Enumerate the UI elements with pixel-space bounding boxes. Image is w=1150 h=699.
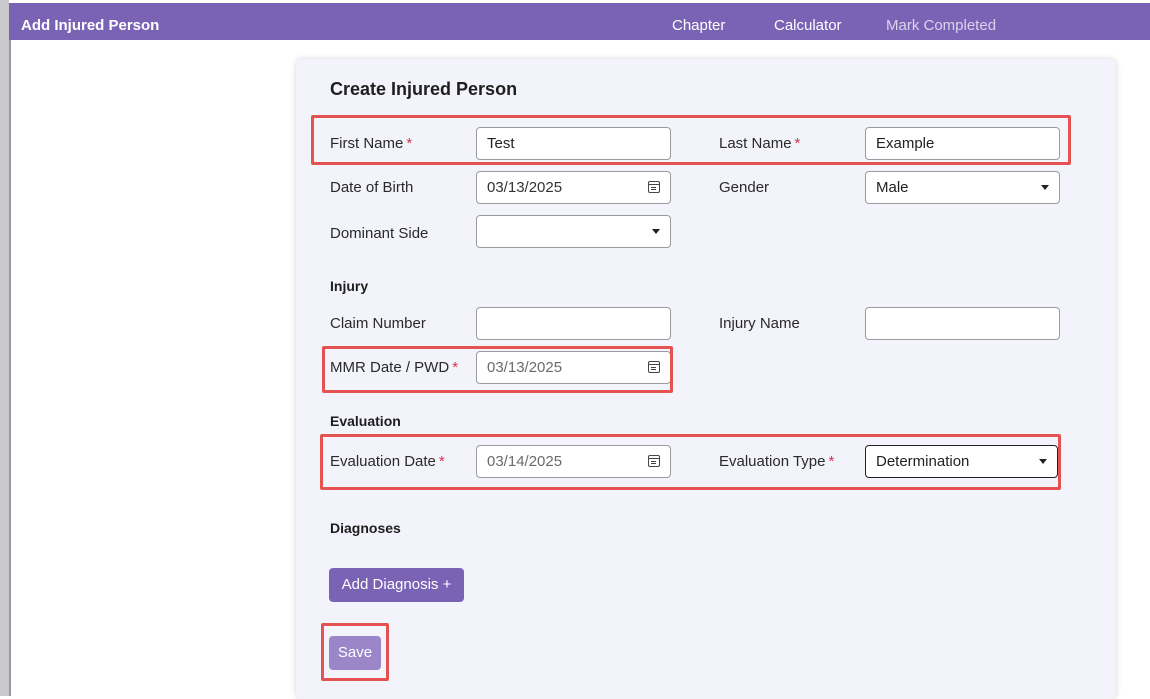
mmr-date-value: 03/13/2025 xyxy=(487,359,563,376)
first-name-input[interactable]: Test xyxy=(476,127,671,160)
evaluation-date-label-text: Evaluation Date xyxy=(330,453,436,470)
mmr-date-label: MMR Date / PWD * xyxy=(330,359,458,376)
last-name-value: Example xyxy=(876,135,935,152)
top-bar: Add Injured Person Chapter Calculator Ma… xyxy=(9,0,1150,40)
evaluation-date-input[interactable]: 03/14/2025 xyxy=(476,445,671,478)
calendar-icon[interactable] xyxy=(648,455,660,467)
evaluation-type-label-text: Evaluation Type xyxy=(719,453,826,470)
evaluation-date-value: 03/14/2025 xyxy=(487,453,563,470)
create-injured-person-card: Create Injured Person First Name * Test L… xyxy=(296,59,1116,699)
evaluation-type-value: Determination xyxy=(876,453,970,470)
first-name-label-text: First Name xyxy=(330,135,404,152)
required-marker: * xyxy=(452,359,459,376)
mmr-date-label-text: MMR Date / PWD xyxy=(330,359,450,376)
required-marker: * xyxy=(438,453,445,470)
window-left-border xyxy=(9,0,11,696)
injury-name-label: Injury Name xyxy=(719,315,800,332)
nav-mark-completed[interactable]: Mark Completed xyxy=(886,17,996,34)
calendar-icon[interactable] xyxy=(648,181,660,193)
first-name-label: First Name * xyxy=(330,135,412,152)
nav-calculator[interactable]: Calculator xyxy=(774,17,842,34)
claim-number-label: Claim Number xyxy=(330,315,426,332)
evaluation-type-select[interactable]: Determination xyxy=(865,445,1058,478)
evaluation-date-label: Evaluation Date * xyxy=(330,453,445,470)
claim-number-input[interactable] xyxy=(476,307,671,340)
form-title: Create Injured Person xyxy=(330,79,518,99)
injury-name-input[interactable] xyxy=(865,307,1060,340)
last-name-label-text: Last Name xyxy=(719,135,792,152)
last-name-label: Last Name * xyxy=(719,135,800,152)
window-left-edge xyxy=(0,0,9,696)
first-name-value: Test xyxy=(487,135,515,152)
add-diagnosis-button[interactable]: Add Diagnosis + xyxy=(329,568,464,602)
mmr-date-input[interactable]: 03/13/2025 xyxy=(476,351,671,384)
evaluation-type-label: Evaluation Type * xyxy=(719,453,834,470)
gender-label: Gender xyxy=(719,179,770,196)
calendar-icon[interactable] xyxy=(648,361,660,373)
dominant-side-select[interactable] xyxy=(476,215,671,248)
dominant-side-label: Dominant Side xyxy=(330,225,429,242)
page-title: Add Injured Person xyxy=(21,17,160,34)
required-marker: * xyxy=(406,135,413,152)
required-marker: * xyxy=(828,453,835,470)
gender-select[interactable]: Male xyxy=(865,171,1060,204)
last-name-input[interactable]: Example xyxy=(865,127,1060,160)
chevron-down-icon xyxy=(652,229,660,234)
required-marker: * xyxy=(794,135,801,152)
diagnoses-section-title: Diagnoses xyxy=(330,520,401,536)
dob-label: Date of Birth xyxy=(330,179,414,196)
save-button[interactable]: Save xyxy=(329,636,381,670)
dob-input[interactable]: 03/13/2025 xyxy=(476,171,671,204)
chevron-down-icon xyxy=(1039,459,1047,464)
evaluation-section-title: Evaluation xyxy=(330,413,401,429)
gender-value: Male xyxy=(876,179,909,196)
nav-chapter[interactable]: Chapter xyxy=(672,17,725,34)
dob-value: 03/13/2025 xyxy=(487,179,563,196)
chevron-down-icon xyxy=(1041,185,1049,190)
injury-section-title: Injury xyxy=(330,278,369,294)
